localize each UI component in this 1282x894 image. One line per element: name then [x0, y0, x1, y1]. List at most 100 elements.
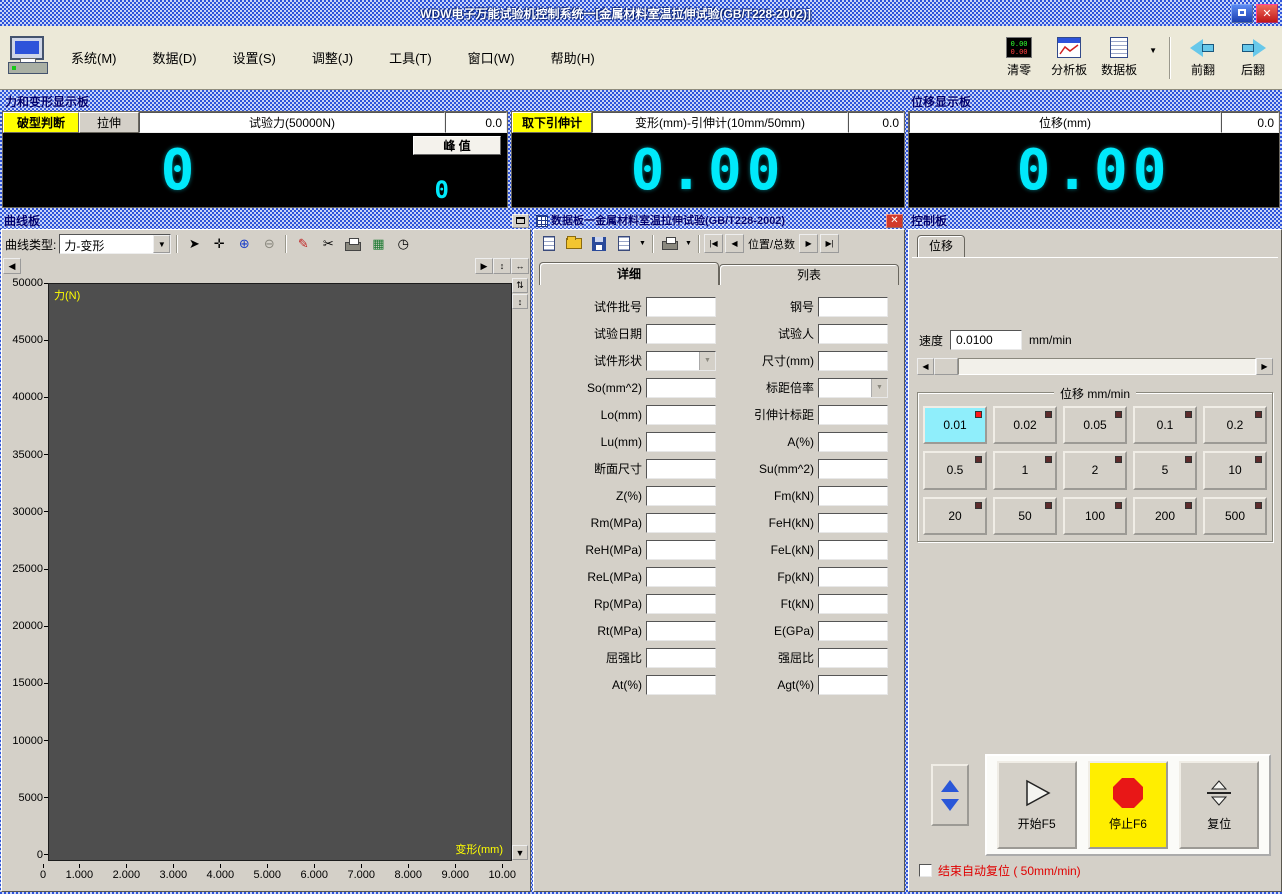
- nav-prev-button[interactable]: ◀: [725, 234, 744, 253]
- field-input[interactable]: [646, 378, 716, 398]
- minimize-button[interactable]: [1231, 4, 1253, 23]
- field-input[interactable]: [646, 648, 716, 668]
- print-curve-button[interactable]: [342, 234, 364, 254]
- field-input[interactable]: [646, 405, 716, 425]
- field-input[interactable]: [818, 459, 888, 479]
- print-button[interactable]: [658, 233, 681, 254]
- speed-button-200[interactable]: 200: [1133, 497, 1197, 535]
- reset-button[interactable]: 复位: [1179, 761, 1259, 849]
- scissors-tool-button[interactable]: ✂: [317, 234, 339, 254]
- field-input[interactable]: [818, 324, 888, 344]
- field-input[interactable]: [818, 594, 888, 614]
- field-input[interactable]: [646, 324, 716, 344]
- print-dropdown-arrow[interactable]: ▼: [683, 233, 694, 254]
- scale-center-button[interactable]: ↕: [512, 294, 528, 309]
- tension-button[interactable]: 拉伸: [79, 112, 139, 133]
- field-combo[interactable]: ▼: [646, 351, 716, 371]
- page-prev-button[interactable]: 前翻: [1180, 38, 1226, 78]
- data-board-button[interactable]: 数据板: [1096, 37, 1142, 78]
- tab-displacement[interactable]: 位移: [917, 235, 965, 257]
- page-next-button[interactable]: 后翻: [1230, 38, 1276, 78]
- fit-vertical-button[interactable]: ↕: [493, 258, 511, 274]
- auto-reset-checkbox[interactable]: [919, 864, 932, 877]
- field-input[interactable]: [646, 486, 716, 506]
- menu-item-adjust[interactable]: 调整(J): [307, 45, 358, 70]
- scroll-down-button[interactable]: ▼: [512, 845, 528, 860]
- data-panel-close-button[interactable]: ✕: [886, 214, 903, 228]
- menu-item-data[interactable]: 数据(D): [148, 45, 202, 70]
- export-button[interactable]: [612, 233, 635, 254]
- field-input[interactable]: [818, 297, 888, 317]
- timer-button[interactable]: ◷: [392, 234, 414, 254]
- stop-button[interactable]: 停止F6: [1088, 761, 1168, 849]
- zoom-out-button[interactable]: ⊖: [258, 234, 280, 254]
- break-judge-button[interactable]: 破型判断: [3, 112, 79, 133]
- toolbar-dropdown-arrow[interactable]: ▼: [1146, 44, 1160, 57]
- menu-item-help[interactable]: 帮助(H): [546, 45, 600, 70]
- analysis-board-button[interactable]: 分析板: [1046, 37, 1092, 78]
- speed-button-500[interactable]: 500: [1203, 497, 1267, 535]
- speed-button-0.1[interactable]: 0.1: [1133, 406, 1197, 444]
- field-input[interactable]: [818, 648, 888, 668]
- crosshair-tool-button[interactable]: ✛: [208, 234, 230, 254]
- nav-last-button[interactable]: ▶|: [820, 234, 839, 253]
- pan-left-button[interactable]: ◀: [3, 258, 21, 274]
- scroll-left-button[interactable]: ◀: [917, 358, 934, 375]
- field-input[interactable]: [646, 621, 716, 641]
- pen-tool-button[interactable]: ✎: [292, 234, 314, 254]
- zoom-in-button[interactable]: ⊕: [233, 234, 255, 254]
- field-input[interactable]: [646, 567, 716, 587]
- speed-button-10[interactable]: 10: [1203, 451, 1267, 489]
- field-combo[interactable]: ▼: [818, 378, 888, 398]
- curve-type-select[interactable]: 力-变形 ▼: [59, 234, 171, 254]
- start-button[interactable]: 开始F5: [997, 761, 1077, 849]
- scroll-right-button[interactable]: ▶: [1256, 358, 1273, 375]
- tab-list[interactable]: 列表: [719, 264, 899, 285]
- field-input[interactable]: [646, 675, 716, 695]
- speed-button-5[interactable]: 5: [1133, 451, 1197, 489]
- field-input[interactable]: [818, 540, 888, 560]
- field-input[interactable]: [818, 486, 888, 506]
- open-button[interactable]: [562, 233, 585, 254]
- close-button[interactable]: ✕: [1256, 4, 1278, 23]
- speed-button-0.05[interactable]: 0.05: [1063, 406, 1127, 444]
- menu-item-tools[interactable]: 工具(T): [384, 45, 437, 70]
- field-input[interactable]: [646, 459, 716, 479]
- menu-item-window[interactable]: 窗口(W): [463, 45, 520, 70]
- speed-button-1[interactable]: 1: [993, 451, 1057, 489]
- scroll-track[interactable]: [958, 358, 1256, 375]
- field-input[interactable]: [646, 594, 716, 614]
- menu-item-system[interactable]: 系统(M): [66, 45, 122, 70]
- speed-button-0.01[interactable]: 0.01: [923, 406, 987, 444]
- speed-button-50[interactable]: 50: [993, 497, 1057, 535]
- field-input[interactable]: [818, 432, 888, 452]
- field-input[interactable]: [646, 540, 716, 560]
- nav-next-button[interactable]: ▶: [799, 234, 818, 253]
- new-record-button[interactable]: [537, 233, 560, 254]
- pointer-tool-button[interactable]: ➤: [183, 234, 205, 254]
- field-input[interactable]: [818, 513, 888, 533]
- speed-button-0.2[interactable]: 0.2: [1203, 406, 1267, 444]
- speed-button-2[interactable]: 2: [1063, 451, 1127, 489]
- remove-extensometer-button[interactable]: 取下引伸计: [512, 112, 592, 133]
- pan-right-button[interactable]: ▶: [475, 258, 493, 274]
- field-input[interactable]: [646, 513, 716, 533]
- speed-button-0.5[interactable]: 0.5: [923, 451, 987, 489]
- clear-zero-button[interactable]: 0.00 0.00 清零: [996, 37, 1042, 78]
- field-input[interactable]: [818, 567, 888, 587]
- chart-grid-button[interactable]: ▦: [367, 234, 389, 254]
- speed-button-100[interactable]: 100: [1063, 497, 1127, 535]
- nav-first-button[interactable]: |◀: [704, 234, 723, 253]
- speed-button-20[interactable]: 20: [923, 497, 987, 535]
- jog-updown-button[interactable]: [931, 764, 969, 826]
- scale-up-button[interactable]: ⇅: [512, 278, 528, 293]
- field-input[interactable]: [818, 351, 888, 371]
- tab-detail[interactable]: 详细: [539, 262, 719, 285]
- menu-item-settings[interactable]: 设置(S): [228, 45, 281, 70]
- speed-input[interactable]: 0.0100: [950, 330, 1022, 350]
- export-dropdown-arrow[interactable]: ▼: [637, 233, 648, 254]
- field-input[interactable]: [818, 621, 888, 641]
- field-input[interactable]: [646, 432, 716, 452]
- speed-button-0.02[interactable]: 0.02: [993, 406, 1057, 444]
- curve-restore-button[interactable]: [512, 214, 529, 228]
